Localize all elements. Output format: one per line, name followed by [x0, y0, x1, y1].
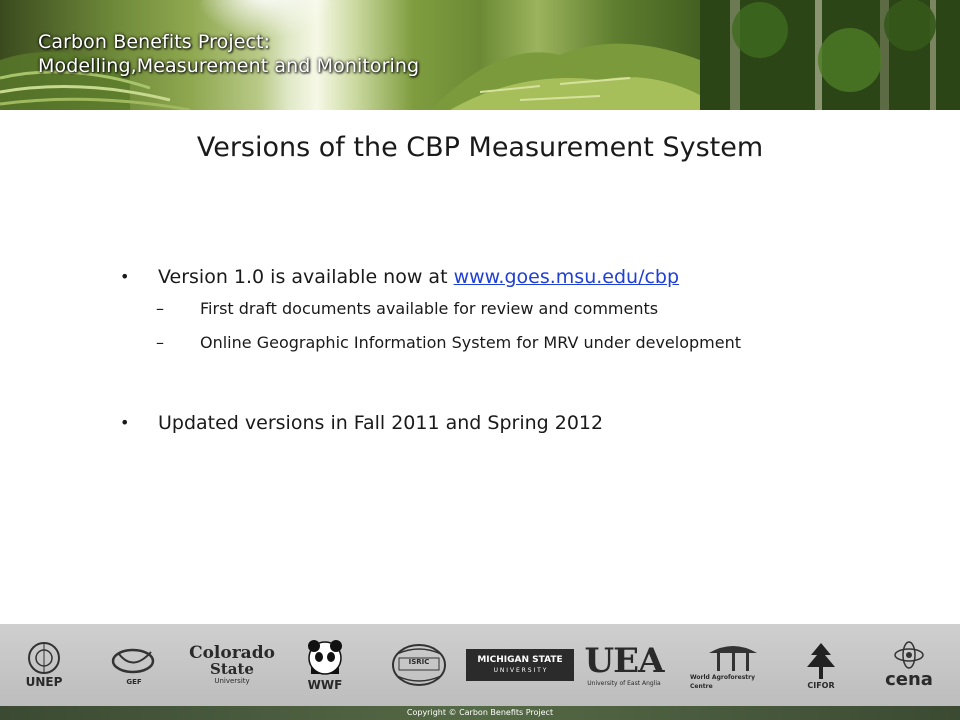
- banner-title-line1: Carbon Benefits Project:: [38, 31, 271, 53]
- unep-label: UNEP: [25, 675, 63, 689]
- cifor-logo: CIFOR: [786, 632, 856, 698]
- uea-logo: UEA University of East Anglia: [584, 632, 665, 698]
- wwf-label: WWF: [307, 678, 343, 692]
- cifor-label: CIFOR: [807, 680, 835, 690]
- bullet-version-1: • Version 1.0 is available now at www.go…: [118, 262, 918, 292]
- bullet-text: Updated versions in Fall 2011 and Spring…: [158, 412, 604, 434]
- un-emblem-icon: [28, 642, 60, 674]
- gef-label: GEF: [126, 677, 142, 686]
- uea-label: UEA: [584, 640, 665, 681]
- university-label: University: [214, 676, 250, 685]
- dash-icon: –: [156, 333, 164, 352]
- michigan-state-logo: MICHIGAN STATE U N I V E R S I T Y: [464, 632, 576, 698]
- cena-label: cena: [885, 669, 933, 690]
- bullet-icon: •: [120, 267, 130, 286]
- gef-globe-icon: [111, 648, 155, 673]
- bullet-list: • Version 1.0 is available now at www.go…: [118, 262, 918, 438]
- wwf-logo: WWF: [300, 632, 350, 698]
- partner-logos-strip: UNEP GEF Colorado State University WWF I…: [0, 624, 960, 706]
- uea-sub-label: University of East Anglia: [587, 679, 661, 687]
- trees-icon: [709, 646, 757, 671]
- colorado-label: Colorado: [189, 642, 275, 663]
- slide-title: Versions of the CBP Measurement System: [196, 132, 764, 163]
- world-agroforestry-logo: World Agroforestry Centre: [690, 632, 776, 698]
- sub-bullet-gis: – Online Geographic Information System f…: [118, 326, 918, 360]
- state-label: State: [210, 659, 254, 678]
- panda-icon: [308, 640, 342, 675]
- atom-leaf-icon: [894, 641, 924, 669]
- sub-bullet-text: First draft documents available for revi…: [200, 299, 659, 318]
- sub-bullet-drafts: – First draft documents available for re…: [118, 292, 918, 326]
- bullet-text: Version 1.0 is available now at: [158, 266, 454, 288]
- hills-image: [430, 43, 700, 110]
- banner-title: Carbon Benefits Project: Modelling,Measu…: [38, 30, 419, 78]
- banner-title-line2: Modelling,Measurement and Monitoring: [38, 55, 420, 77]
- msu-label: MICHIGAN STATE: [477, 655, 563, 665]
- agroforestry-label: World Agroforestry Centre: [690, 674, 756, 690]
- dash-icon: –: [156, 299, 164, 318]
- cena-logo: cena: [876, 632, 942, 698]
- msu-university-label: U N I V E R S I T Y: [493, 667, 547, 674]
- sub-bullet-text: Online Geographic Information System for…: [200, 333, 741, 352]
- colorado-state-logo: Colorado State University: [186, 632, 278, 698]
- bullet-updates: • Updated versions in Fall 2011 and Spri…: [118, 408, 918, 438]
- cifor-tree-icon: [807, 642, 835, 679]
- msu-cbp-link[interactable]: www.goes.msu.edu/cbp: [454, 266, 679, 288]
- copyright-notice: Copyright © Carbon Benefits Project: [0, 706, 960, 720]
- header-banner: Carbon Benefits Project: Modelling,Measu…: [0, 0, 960, 110]
- isric-logo: ISRIC: [390, 632, 448, 698]
- unep-logo: UNEP: [14, 632, 74, 698]
- gef-logo: GEF: [104, 632, 164, 698]
- bullet-icon: •: [120, 413, 130, 432]
- isric-label: ISRIC: [408, 658, 430, 666]
- forest-image: [700, 0, 960, 110]
